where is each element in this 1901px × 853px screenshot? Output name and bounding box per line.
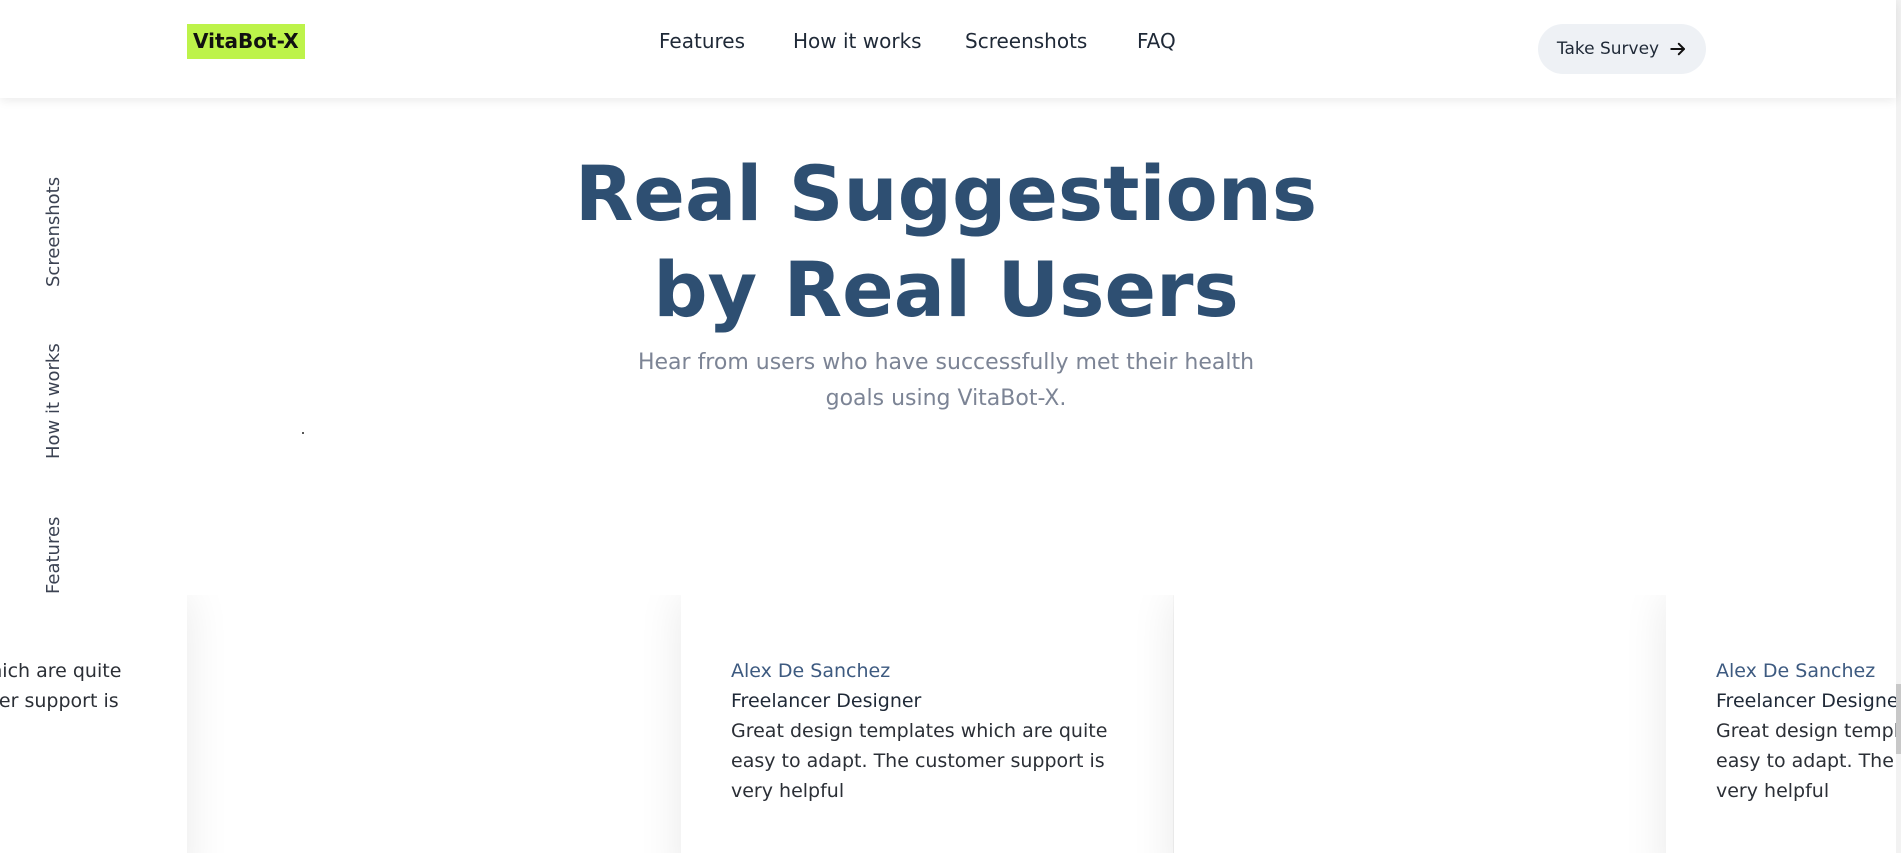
decorative-dot xyxy=(302,432,304,434)
hero-title: Real Suggestions by Real Users xyxy=(500,146,1392,338)
take-survey-button[interactable]: Take Survey xyxy=(1538,24,1706,74)
site-header: VitaBot-X Features How it works Screensh… xyxy=(0,0,1896,98)
testimonial-card: Alex De Sanchez Freelancer Designer Grea… xyxy=(681,595,1173,853)
testimonial-card xyxy=(1174,595,1666,853)
testimonial-role: Freelancer Designer xyxy=(731,690,922,712)
nav-features[interactable]: Features xyxy=(659,29,745,53)
side-nav-how-it-works[interactable]: How it works xyxy=(43,343,64,459)
brand-logo[interactable]: VitaBot-X xyxy=(187,24,305,59)
testimonial-quote: Great design templates which are quite e… xyxy=(731,720,1108,802)
nav-screenshots[interactable]: Screenshots xyxy=(965,29,1087,53)
testimonial-card: Alex De Sanchez Freelancer Designer Grea… xyxy=(1666,595,1901,853)
hero-title-line-1: Real Suggestions xyxy=(574,149,1318,238)
testimonial-quote: Great design templates which are quite e… xyxy=(1716,720,1901,802)
testimonial-carousel[interactable]: Great design templates which are quite e… xyxy=(0,595,1901,853)
testimonial-role: Freelancer Designer xyxy=(1716,690,1901,712)
testimonial-name: Alex De Sanchez xyxy=(1716,660,1876,682)
side-nav-features[interactable]: Features xyxy=(43,517,64,594)
side-nav-screenshots[interactable]: Screenshots xyxy=(43,177,64,287)
scrollbar-thumb[interactable] xyxy=(1896,684,1901,754)
arrow-right-icon xyxy=(1670,42,1686,56)
testimonial-name: Alex De Sanchez xyxy=(731,660,891,682)
hero-title-line-2: by Real Users xyxy=(653,245,1239,334)
nav-faq[interactable]: FAQ xyxy=(1137,29,1176,53)
testimonial-card: Great design templates which are quite e… xyxy=(0,595,187,853)
hero-subtitle: Hear from users who have successfully me… xyxy=(637,350,1255,411)
testimonial-quote: Great design templates which are quite e… xyxy=(0,660,122,712)
take-survey-label: Take Survey xyxy=(1556,39,1660,59)
nav-how-it-works[interactable]: How it works xyxy=(793,29,922,53)
